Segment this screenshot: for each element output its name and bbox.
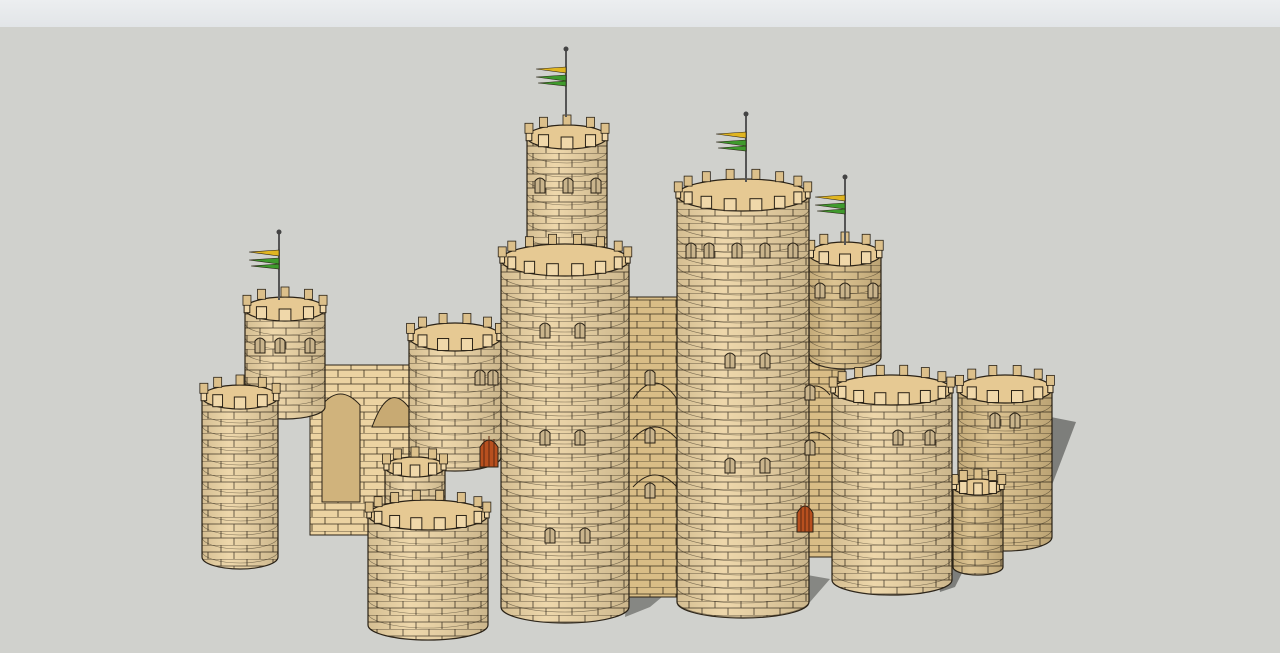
rear-right-turret bbox=[806, 231, 884, 370]
window bbox=[254, 337, 266, 354]
window bbox=[759, 457, 771, 474]
window bbox=[787, 242, 799, 259]
window bbox=[724, 352, 736, 369]
window bbox=[804, 384, 816, 401]
model-viewport[interactable] bbox=[0, 27, 1280, 653]
window bbox=[574, 429, 586, 446]
window bbox=[989, 412, 1001, 429]
window bbox=[731, 242, 743, 259]
window bbox=[644, 482, 656, 499]
window bbox=[759, 352, 771, 369]
window bbox=[534, 177, 546, 194]
window bbox=[644, 369, 656, 386]
central-keep bbox=[497, 233, 633, 624]
front-left-drum-tower bbox=[364, 489, 492, 641]
window bbox=[1009, 412, 1021, 429]
castle-model bbox=[199, 46, 1076, 641]
window bbox=[304, 337, 316, 354]
window bbox=[644, 427, 656, 444]
window bbox=[539, 429, 551, 446]
window bbox=[274, 337, 286, 354]
right-keep bbox=[673, 168, 813, 619]
window bbox=[924, 429, 936, 446]
toolbar-strip bbox=[0, 0, 1280, 28]
window bbox=[724, 457, 736, 474]
window bbox=[474, 369, 486, 386]
window bbox=[867, 282, 879, 299]
window bbox=[804, 439, 816, 456]
right-gate-turret bbox=[949, 468, 1007, 576]
window bbox=[487, 369, 499, 386]
window bbox=[814, 282, 826, 299]
left-corner-tower bbox=[199, 374, 281, 570]
window bbox=[685, 242, 697, 259]
window bbox=[562, 177, 574, 194]
window bbox=[579, 527, 591, 544]
window bbox=[574, 322, 586, 339]
flag bbox=[535, 46, 569, 117]
window bbox=[590, 177, 602, 194]
right-drum-tower bbox=[828, 364, 956, 596]
window bbox=[759, 242, 771, 259]
window bbox=[839, 282, 851, 299]
window bbox=[539, 322, 551, 339]
window bbox=[703, 242, 715, 259]
window bbox=[544, 527, 556, 544]
window bbox=[892, 429, 904, 446]
